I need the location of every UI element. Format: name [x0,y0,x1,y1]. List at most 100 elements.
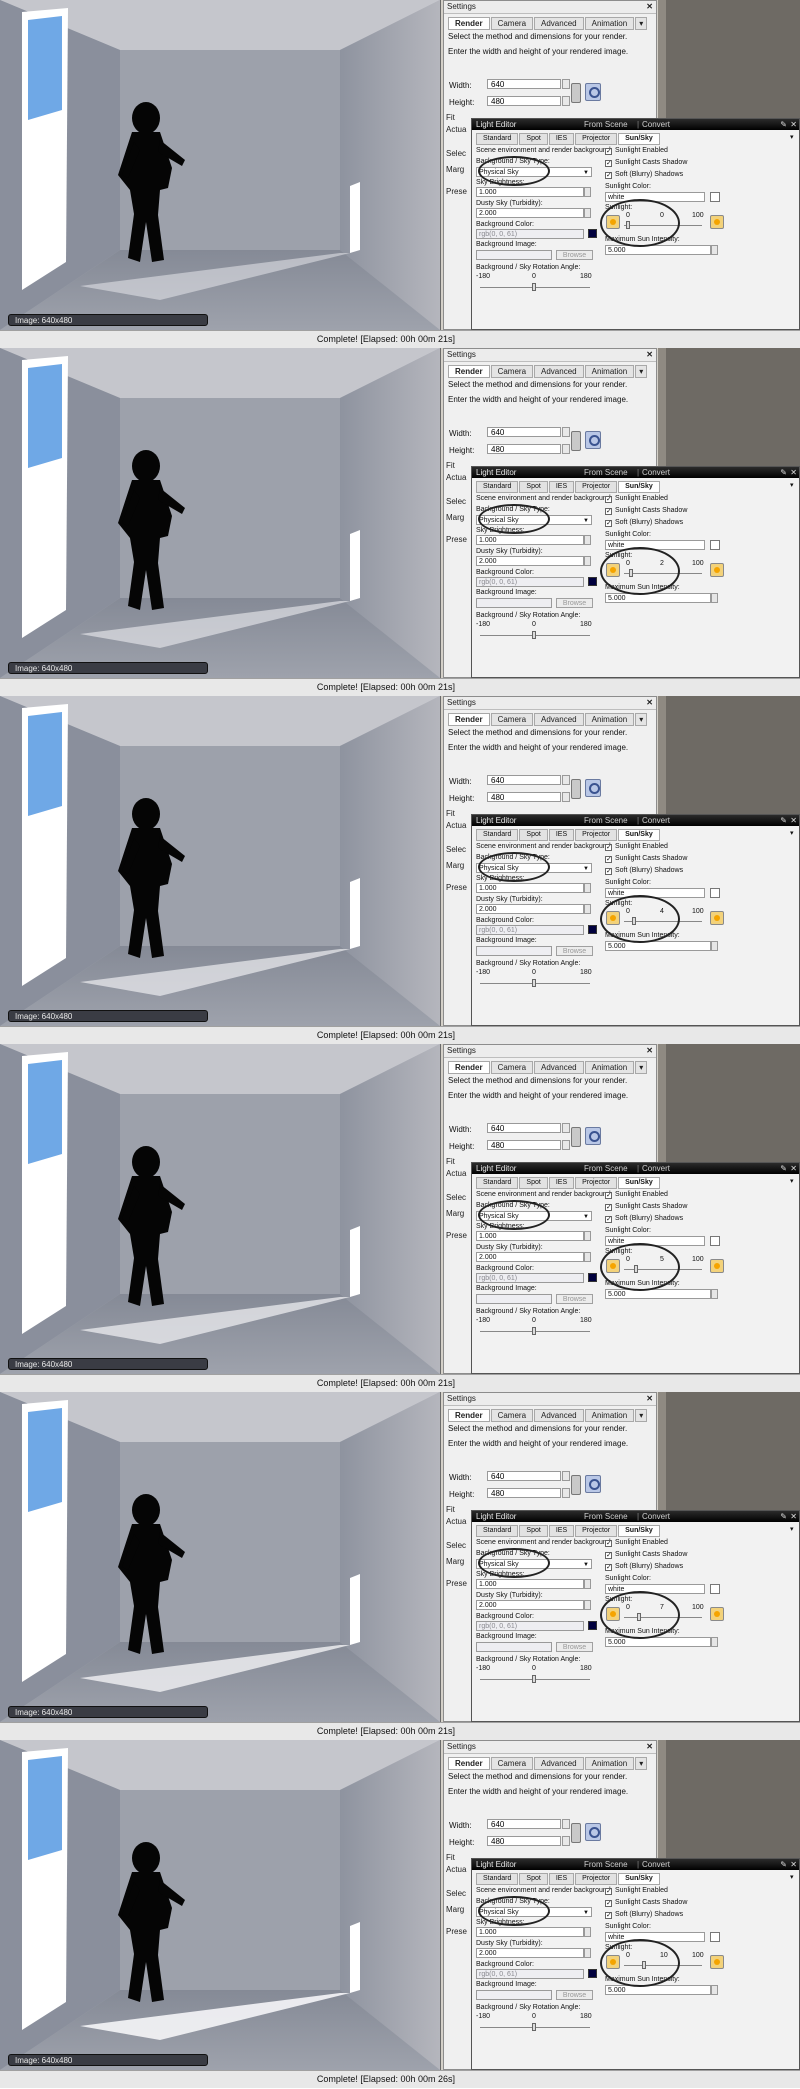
sky-brightness-spinner[interactable] [584,535,591,545]
tab-render[interactable]: Render [448,1409,490,1422]
settings-close-icon[interactable]: ✕ [646,1393,653,1405]
sunlight-slider-track[interactable] [624,1617,702,1618]
max-intensity-field[interactable]: 5.000 [605,1637,711,1647]
height-field[interactable]: 480 [487,1836,561,1846]
from-scene-button[interactable]: From Scene [584,1163,628,1174]
sky-brightness-spinner[interactable] [584,1231,591,1241]
tabs-more-icon[interactable]: ▾ [635,365,648,378]
zoom-icon[interactable] [585,431,601,449]
from-scene-button[interactable]: From Scene [584,119,628,130]
sun-color-field[interactable]: white [605,1932,705,1942]
tab-projector[interactable]: Projector [575,829,618,841]
height-field[interactable]: 480 [487,1140,561,1150]
sky-brightness-field[interactable]: 1.000 [476,883,584,893]
sun-dim-icon[interactable] [606,911,620,925]
sunlight-slider-track[interactable] [624,573,702,574]
max-intensity-field[interactable]: 5.000 [605,245,711,255]
aspect-lock-button[interactable] [571,1823,581,1843]
casts-shadow-checkbox[interactable]: ✓ [605,1552,612,1559]
pen-icon[interactable]: ✎ [780,1163,787,1174]
from-scene-button[interactable]: From Scene [584,815,628,826]
bg-image-field[interactable] [476,598,552,608]
aspect-lock-button[interactable] [571,779,581,799]
max-intensity-spinner[interactable] [711,245,718,255]
sky-brightness-spinner[interactable] [584,1579,591,1589]
aspect-lock-button[interactable] [571,431,581,451]
tab-projector[interactable]: Projector [575,481,618,493]
sun-dim-icon[interactable] [606,1955,620,1969]
sun-color-field[interactable]: white [605,1236,705,1246]
sky-type-select[interactable]: Physical Sky ▼ [476,167,592,177]
sunlight-slider-thumb[interactable] [629,569,634,577]
width-spinner[interactable] [562,427,570,437]
sky-brightness-spinner[interactable] [584,883,591,893]
tab-advanced[interactable]: Advanced [534,365,584,378]
pen-icon[interactable]: ✎ [780,467,787,478]
tab-spot[interactable]: Spot [519,1177,548,1189]
sun-dim-icon[interactable] [606,1607,620,1621]
max-intensity-field[interactable]: 5.000 [605,593,711,603]
soft-shadows-checkbox[interactable]: ✓ [605,172,612,179]
sky-brightness-spinner[interactable] [584,187,591,197]
sun-dim-icon[interactable] [606,563,620,577]
bg-color-swatch[interactable] [588,925,597,934]
dusty-sky-field[interactable]: 2.000 [476,556,584,566]
sunlight-slider-track[interactable] [624,1965,702,1966]
tab-advanced[interactable]: Advanced [534,1061,584,1074]
max-intensity-spinner[interactable] [711,1289,718,1299]
casts-shadow-checkbox[interactable]: ✓ [605,1204,612,1211]
bg-color-field[interactable]: rgb(0, 0, 61) [476,577,584,587]
max-intensity-field[interactable]: 5.000 [605,1985,711,1995]
pen-icon[interactable]: ✎ [780,1859,787,1870]
tab-sun-sky[interactable]: Sun/Sky [618,133,660,145]
settings-close-icon[interactable]: ✕ [646,1741,653,1753]
soft-shadows-checkbox[interactable]: ✓ [605,1564,612,1571]
tab-camera[interactable]: Camera [490,17,534,30]
dusty-sky-field[interactable]: 2.000 [476,208,584,218]
tabs-more-icon[interactable]: ▾ [635,17,648,30]
sun-bright-icon[interactable] [710,215,724,229]
sunlight-enabled-checkbox[interactable]: ✓ [605,1540,612,1547]
light-tabs-more-icon[interactable]: ▾ [790,829,794,837]
sun-color-swatch[interactable] [710,1584,720,1594]
aspect-lock-button[interactable] [571,83,581,103]
light-editor-close-icon[interactable]: ✕ [790,467,797,478]
tab-advanced[interactable]: Advanced [534,1757,584,1770]
soft-shadows-checkbox[interactable]: ✓ [605,520,612,527]
light-editor-close-icon[interactable]: ✕ [790,1859,797,1870]
sun-dim-icon[interactable] [606,1259,620,1273]
height-field[interactable]: 480 [487,96,561,106]
tabs-more-icon[interactable]: ▾ [635,1061,648,1074]
sunlight-enabled-checkbox[interactable]: ✓ [605,148,612,155]
bg-color-swatch[interactable] [588,229,597,238]
dusty-sky-spinner[interactable] [584,556,591,566]
sky-brightness-field[interactable]: 1.000 [476,187,584,197]
convert-button[interactable]: Convert [642,1163,670,1174]
height-field[interactable]: 480 [487,444,561,454]
tab-render[interactable]: Render [448,1061,490,1074]
sky-brightness-field[interactable]: 1.000 [476,1927,584,1937]
dusty-sky-field[interactable]: 2.000 [476,1252,584,1262]
tab-camera[interactable]: Camera [490,1061,534,1074]
sky-type-select[interactable]: Physical Sky ▼ [476,1211,592,1221]
tab-animation[interactable]: Animation [584,1409,635,1422]
zoom-icon[interactable] [585,83,601,101]
browse-button[interactable]: Browse [556,1294,593,1304]
sky-type-select[interactable]: Physical Sky ▼ [476,1559,592,1569]
tabs-more-icon[interactable]: ▾ [635,1757,648,1770]
tab-animation[interactable]: Animation [584,1061,635,1074]
light-editor-close-icon[interactable]: ✕ [790,815,797,826]
bg-color-swatch[interactable] [588,577,597,586]
sun-bright-icon[interactable] [710,563,724,577]
bg-color-swatch[interactable] [588,1273,597,1282]
sun-color-field[interactable]: white [605,1584,705,1594]
sunlight-enabled-checkbox[interactable]: ✓ [605,1888,612,1895]
tab-ies[interactable]: IES [548,1873,575,1885]
tab-ies[interactable]: IES [548,1525,575,1537]
aspect-lock-button[interactable] [571,1475,581,1495]
casts-shadow-checkbox[interactable]: ✓ [605,1900,612,1907]
sky-brightness-field[interactable]: 1.000 [476,1231,584,1241]
sun-dim-icon[interactable] [606,215,620,229]
max-intensity-spinner[interactable] [711,1985,718,1995]
tab-render[interactable]: Render [448,17,490,30]
